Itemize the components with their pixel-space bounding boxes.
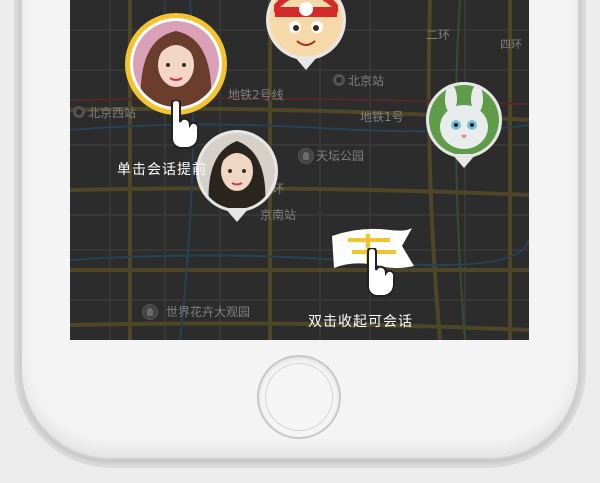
hand-pointer-icon — [367, 248, 396, 297]
hand-pointer-icon — [171, 100, 200, 149]
map-screen[interactable]: 北京西站 北京站 地铁2号线 地铁1号 天坛公园 京南站 世界花卉大观园 二环 … — [70, 0, 529, 340]
home-button[interactable] — [259, 357, 339, 437]
double-tap-hint-text: 双击收起可会话 — [308, 314, 413, 330]
avatar-icon — [426, 82, 502, 158]
pin-tail — [294, 56, 318, 70]
tap-hint-text: 单击会话提前 — [117, 162, 207, 178]
pin-tail — [452, 154, 476, 168]
avatar-icon — [196, 130, 278, 212]
pin-tail — [225, 208, 249, 222]
